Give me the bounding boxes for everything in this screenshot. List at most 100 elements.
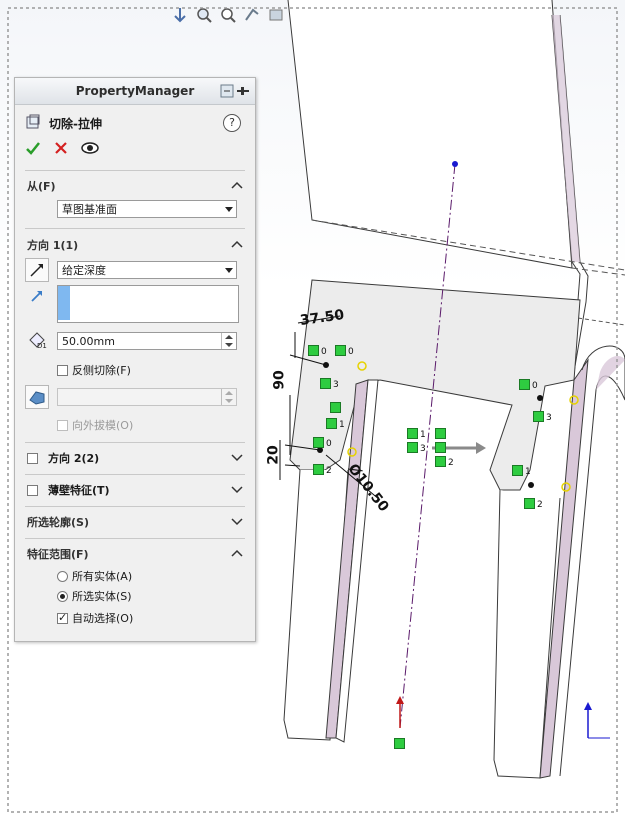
selected-bodies-radio[interactable]: 所选实体(S) <box>57 588 132 604</box>
direction-vector-icon <box>29 288 45 307</box>
extrude-cut-icon <box>25 114 41 133</box>
separator <box>25 170 245 171</box>
tangent-relation-icon[interactable] <box>326 418 337 429</box>
thin-feature-label: 薄壁特征(T) <box>48 484 110 497</box>
end-condition-select[interactable]: 给定深度 <box>57 261 237 279</box>
depth-value: 50.00mm <box>62 335 115 348</box>
cancel-button[interactable] <box>53 140 69 159</box>
dimension-offset[interactable]: 20 <box>266 445 282 464</box>
separator <box>25 228 245 229</box>
all-bodies-radio[interactable]: 所有实体(A) <box>57 568 132 584</box>
chevron-up-icon[interactable] <box>231 238 243 250</box>
relation-label: 1 <box>420 430 426 440</box>
checkbox-box[interactable] <box>27 452 38 464</box>
feature-title-row: 切除-拉伸 <box>25 114 102 133</box>
coincident-relation-icon[interactable] <box>308 345 319 356</box>
dropdown-arrow-icon <box>225 268 233 273</box>
draft-angle-input[interactable] <box>57 388 237 406</box>
checkbox-box[interactable] <box>57 364 68 376</box>
action-buttons <box>25 140 99 159</box>
flip-side-checkbox[interactable]: 反侧切除(F) <box>57 362 131 378</box>
reverse-direction-button[interactable] <box>25 258 49 282</box>
section-from-title[interactable]: 从(F) <box>27 178 56 194</box>
property-manager-panel: PropertyManager 切除-拉伸 ? 从(F) 草图基准面 方向 1(… <box>14 77 256 642</box>
depth-icon: D1 <box>27 330 49 350</box>
direction2-checkbox[interactable]: 方向 2(2) <box>27 450 99 466</box>
chevron-down-icon[interactable] <box>231 515 243 527</box>
feature-name: 切除-拉伸 <box>49 117 102 131</box>
section-direction1-title[interactable]: 方向 1(1) <box>27 237 78 253</box>
dropdown-arrow-icon <box>225 207 233 212</box>
relation-label: 2 <box>537 500 543 510</box>
spinner-buttons[interactable] <box>221 333 236 349</box>
section-feature-scope-title[interactable]: 特征范围(F) <box>27 546 89 562</box>
horizontal-relation-icon[interactable] <box>435 442 446 453</box>
ok-button[interactable] <box>25 140 41 159</box>
relation-label: 3 <box>333 380 339 390</box>
chevron-up-icon[interactable] <box>231 547 243 559</box>
tangent-relation-icon[interactable] <box>313 464 324 475</box>
from-select[interactable]: 草图基准面 <box>57 200 237 218</box>
draft-toggle-button[interactable] <box>25 385 49 409</box>
preview-eye-button[interactable] <box>81 140 99 159</box>
auto-select-checkbox[interactable]: 自动选择(O) <box>57 610 133 626</box>
draft-outward-label: 向外拔模(O) <box>72 419 134 432</box>
pin-icon[interactable] <box>219 82 251 100</box>
draft-outward-checkbox[interactable]: 向外拔模(O) <box>57 417 133 433</box>
relation-label: 2 <box>326 466 332 476</box>
tangent-relation-icon[interactable] <box>524 498 535 509</box>
checkbox-box[interactable] <box>57 611 68 624</box>
separator <box>25 506 245 507</box>
coincident-relation-icon[interactable] <box>519 379 530 390</box>
separator <box>25 442 245 443</box>
relation-label: 0 <box>326 439 332 449</box>
vertical-relation-icon[interactable] <box>330 402 341 413</box>
checkbox-box[interactable] <box>27 484 38 496</box>
radio-dot[interactable] <box>57 590 68 602</box>
chevron-up-icon[interactable] <box>231 179 243 191</box>
draft-icon <box>29 391 45 405</box>
panel-header: PropertyManager <box>15 78 255 105</box>
depth-input[interactable]: 50.00mm <box>57 332 237 350</box>
tangent-relation-icon[interactable] <box>512 465 523 476</box>
section-selected-contours-title[interactable]: 所选轮廓(S) <box>27 514 89 530</box>
auto-select-label: 自动选择(O) <box>72 612 134 625</box>
tangent-relation-icon[interactable] <box>407 428 418 439</box>
end-condition-value: 给定深度 <box>62 264 106 277</box>
list-selection-highlight <box>58 286 70 320</box>
separator <box>25 538 245 539</box>
tangent-relation-icon[interactable] <box>320 378 331 389</box>
relation-label: 0 <box>348 347 354 357</box>
flip-side-label: 反侧切除(F) <box>72 364 131 377</box>
all-bodies-label: 所有实体(A) <box>72 570 133 583</box>
checkbox-box[interactable] <box>57 419 68 431</box>
dimension-height[interactable]: 90 <box>272 370 288 389</box>
relation-label: 0 <box>321 347 327 357</box>
direction2-label: 方向 2(2) <box>48 452 100 465</box>
horizontal-relation-icon[interactable] <box>335 345 346 356</box>
relation-label: 3 <box>420 444 426 454</box>
selected-bodies-label: 所选实体(S) <box>72 590 132 603</box>
from-select-value: 草图基准面 <box>62 203 117 216</box>
depth-icon-label: D1 <box>37 342 47 350</box>
spinner-buttons[interactable] <box>221 389 236 405</box>
help-button[interactable]: ? <box>223 114 241 132</box>
chevron-down-icon[interactable] <box>231 483 243 495</box>
origin-relation-icon[interactable] <box>394 738 405 749</box>
direction-reference-list[interactable] <box>57 285 239 323</box>
relation-label: 1 <box>339 420 345 430</box>
relation-label: 2 <box>448 458 454 468</box>
chevron-down-icon[interactable] <box>231 451 243 463</box>
panel-title: PropertyManager <box>75 84 195 98</box>
tangent-relation-icon[interactable] <box>533 411 544 422</box>
separator <box>25 474 245 475</box>
horizontal-relation-icon[interactable] <box>313 437 324 448</box>
radio-dot[interactable] <box>57 570 68 582</box>
tangent-relation-icon[interactable] <box>407 442 418 453</box>
relation-label: 1 <box>525 467 531 477</box>
thin-feature-checkbox[interactable]: 薄壁特征(T) <box>27 482 110 498</box>
reverse-direction-icon <box>30 264 43 277</box>
vertical-relation-icon[interactable] <box>435 428 446 439</box>
relation-label: 3 <box>546 413 552 423</box>
tangent-relation-icon[interactable] <box>435 456 446 467</box>
